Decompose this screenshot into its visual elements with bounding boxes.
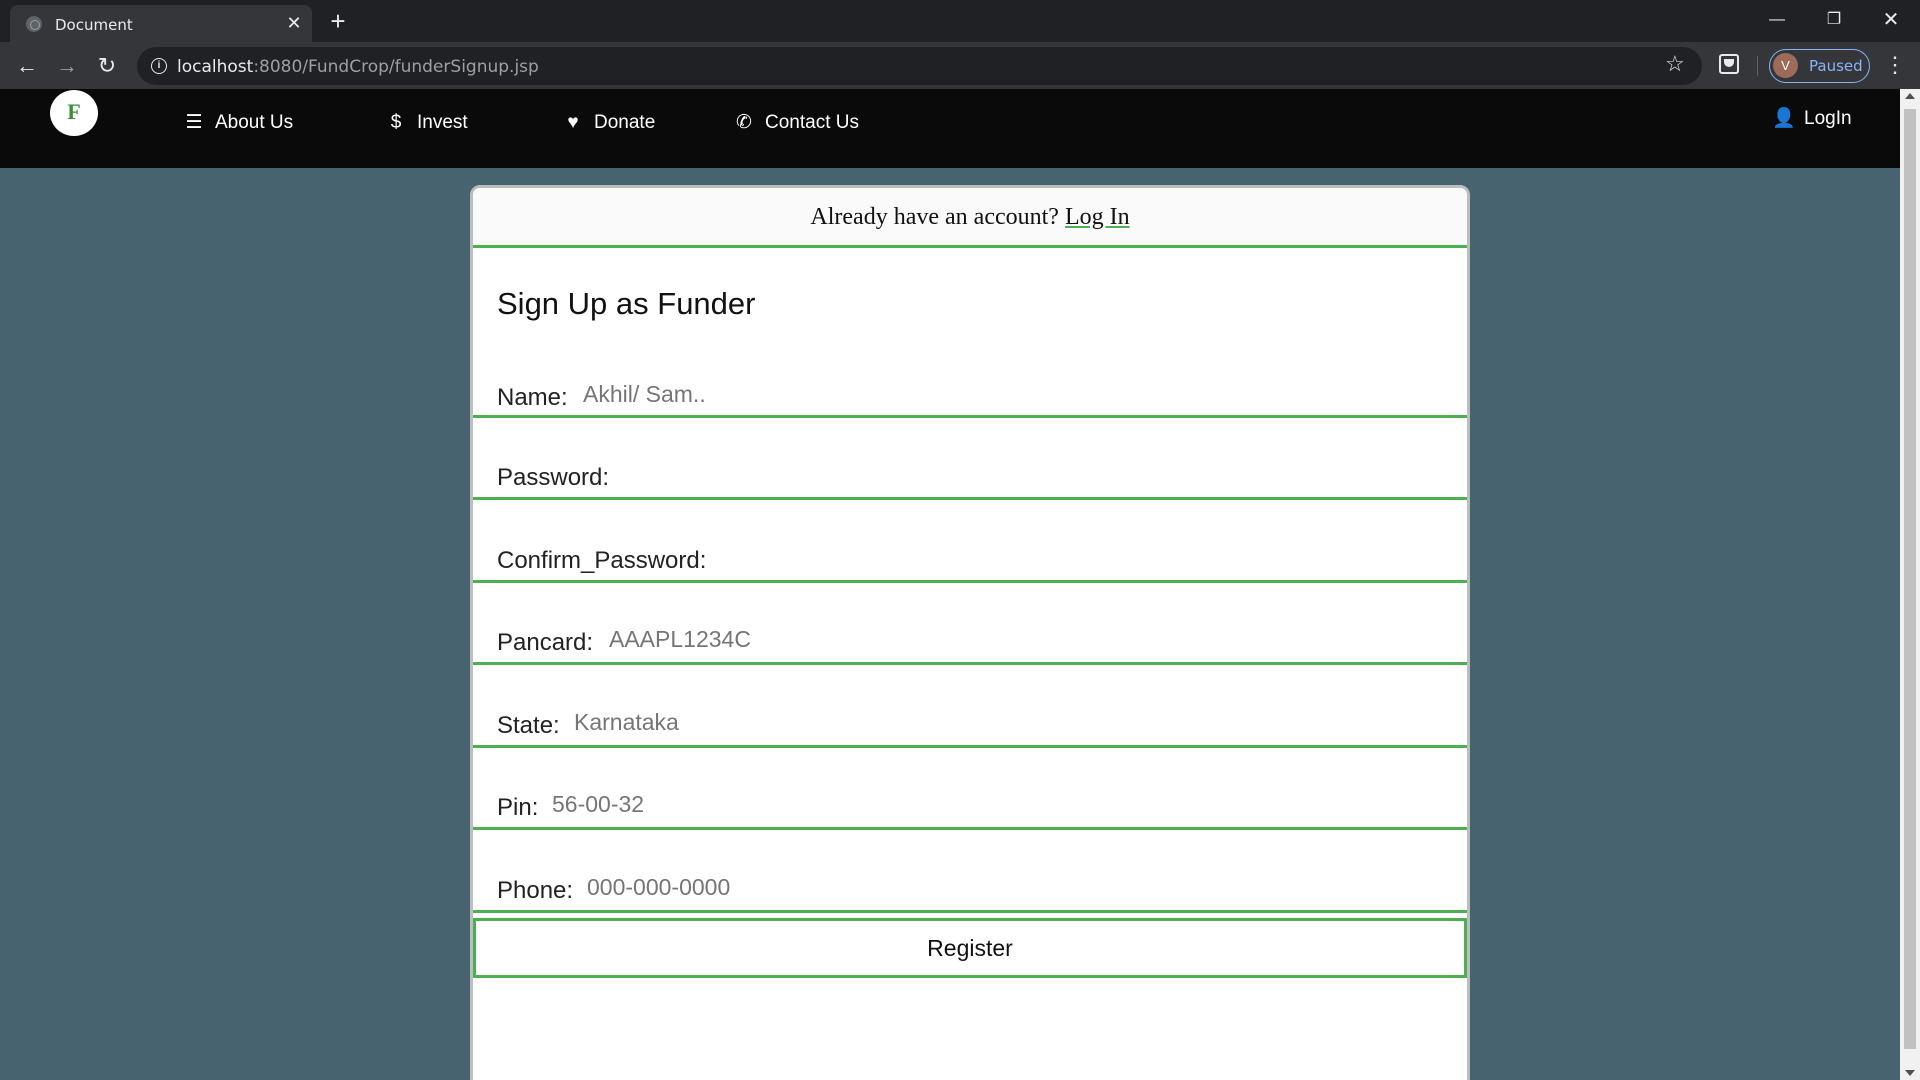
bars-icon: ☰ bbox=[185, 112, 203, 133]
close-tab-icon[interactable]: ✕ bbox=[283, 12, 305, 34]
password-field: Password: bbox=[473, 421, 1467, 500]
confirm-password-input[interactable] bbox=[713, 544, 1313, 571]
profile-status: Paused bbox=[1809, 57, 1863, 75]
confirm-password-field: Confirm_Password: bbox=[473, 503, 1467, 583]
phone-input[interactable] bbox=[587, 874, 1187, 901]
nav-about-us[interactable]: ☰ About Us bbox=[183, 110, 293, 136]
scroll-up-arrow-icon[interactable] bbox=[1905, 93, 1915, 99]
confirm-password-label: Confirm_Password: bbox=[497, 547, 707, 574]
phone-label: Phone: bbox=[497, 877, 574, 904]
password-label: Password: bbox=[497, 464, 610, 491]
pin-input[interactable] bbox=[552, 791, 1152, 818]
new-tab-icon[interactable]: + bbox=[324, 8, 352, 36]
url-path: :8080/FundCrop/funderSignup.jsp bbox=[253, 57, 539, 77]
profile-button[interactable]: V Paused bbox=[1769, 49, 1870, 83]
url-host: localhost bbox=[177, 57, 254, 77]
restore-icon[interactable]: ❐ bbox=[1806, 4, 1862, 36]
nav-login-label: LogIn bbox=[1804, 108, 1852, 129]
bookmark-star-icon[interactable]: ☆ bbox=[1665, 51, 1685, 77]
pancard-label: Pancard: bbox=[497, 629, 594, 656]
phone-icon: ✆ bbox=[736, 112, 752, 133]
forward-arrow-icon[interactable]: → bbox=[50, 49, 84, 83]
state-input[interactable] bbox=[574, 709, 1174, 736]
nav-invest-label: Invest bbox=[417, 112, 468, 133]
signup-card: Already have an account? Log In Sign Up … bbox=[470, 185, 1470, 1080]
pocket-extension-icon[interactable] bbox=[1719, 54, 1739, 74]
tab-title: Document bbox=[55, 16, 133, 34]
url-text[interactable]: localhost:8080/FundCrop/funderSignup.jsp bbox=[177, 57, 539, 77]
nav-donate[interactable]: ♥ Donate bbox=[562, 110, 655, 136]
pin-label: Pin: bbox=[497, 794, 539, 821]
reload-icon[interactable]: ↻ bbox=[90, 49, 124, 83]
info-icon[interactable]: i bbox=[151, 58, 167, 74]
phone-field: Phone: bbox=[473, 833, 1467, 913]
nav-donate-label: Donate bbox=[594, 112, 656, 133]
nav-contact-label: Contact Us bbox=[765, 112, 859, 133]
browser-tab[interactable]: Document ✕ bbox=[10, 5, 312, 42]
browser-toolbar: ← → ↻ i localhost:8080/FundCrop/funderSi… bbox=[0, 42, 1920, 89]
minimize-icon[interactable]: — bbox=[1749, 4, 1805, 36]
scroll-down-arrow-icon[interactable] bbox=[1905, 1070, 1915, 1076]
page-viewport: F ☰ About Us $ Invest ♥ Donate ✆ Contact Us … bbox=[0, 89, 1900, 1080]
state-field: State: bbox=[473, 668, 1467, 748]
toolbar-divider bbox=[1757, 56, 1758, 76]
site-navbar: F ☰ About Us $ Invest ♥ Donate ✆ Contact Us … bbox=[0, 89, 1900, 168]
login-link[interactable]: Log In bbox=[1065, 204, 1130, 230]
nav-login[interactable]: 👤 LogIn bbox=[1772, 106, 1852, 132]
back-arrow-icon[interactable]: ← bbox=[10, 49, 44, 83]
heart-icon: ♥ bbox=[567, 112, 579, 133]
logo-letter: F bbox=[67, 99, 81, 124]
close-window-icon[interactable]: ✕ bbox=[1863, 4, 1919, 36]
pancard-field: Pancard: bbox=[473, 586, 1467, 665]
name-label: Name: bbox=[497, 384, 568, 411]
pin-field: Pin: bbox=[473, 751, 1467, 830]
nav-about-label: About Us bbox=[215, 112, 294, 133]
pancard-input[interactable] bbox=[609, 626, 1209, 653]
password-input[interactable] bbox=[623, 461, 1223, 488]
page-scrollbar[interactable] bbox=[1900, 89, 1920, 1080]
dollar-icon: $ bbox=[390, 112, 402, 133]
register-button[interactable]: Register bbox=[473, 918, 1467, 978]
name-field: Name: bbox=[473, 338, 1467, 418]
kebab-menu-icon[interactable]: ⋮ bbox=[1884, 49, 1906, 83]
scroll-thumb[interactable] bbox=[1904, 109, 1916, 1049]
avatar: V bbox=[1773, 53, 1798, 78]
name-input[interactable] bbox=[583, 381, 1183, 408]
address-bar[interactable]: i localhost:8080/FundCrop/funderSignup.j… bbox=[137, 47, 1702, 85]
site-logo[interactable]: F bbox=[50, 90, 98, 136]
page-title: Sign Up as Funder bbox=[497, 286, 756, 321]
nav-contact-us[interactable]: ✆ Contact Us bbox=[733, 110, 859, 136]
globe-icon bbox=[26, 16, 42, 32]
browser-tab-bar: Document ✕ + — ❐ ✕ bbox=[0, 0, 1920, 42]
login-prompt: Already have an account? Log In bbox=[473, 188, 1467, 248]
user-icon: 👤 bbox=[1772, 108, 1796, 129]
state-label: State: bbox=[497, 712, 560, 739]
already-account-text: Already have an account? bbox=[810, 204, 1059, 230]
nav-invest[interactable]: $ Invest bbox=[385, 110, 468, 136]
